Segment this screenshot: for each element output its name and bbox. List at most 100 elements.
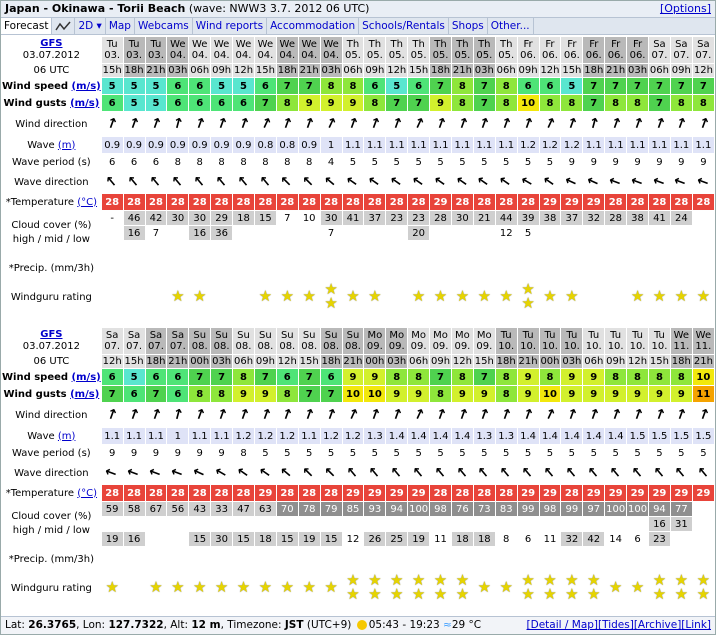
- lon-label: , Lon:: [76, 619, 106, 631]
- wind-gust-cell: 9: [451, 386, 473, 402]
- cloud-high-row: Cloud cover (%) high / mid / low 59 58 67 56 4…: [2, 502, 714, 546]
- wave-direction-cell: ↑: [386, 462, 407, 484]
- options-link[interactable]: [Options]: [660, 2, 711, 15]
- wave-direction-cell: ↑: [649, 171, 670, 193]
- precip-cell: [583, 256, 604, 280]
- unit-link[interactable]: (m/s): [70, 98, 99, 109]
- day-cell: Fr 06.: [583, 37, 605, 63]
- unit-link[interactable]: (m/s): [72, 372, 101, 383]
- wind-speed-cell: 7: [473, 78, 495, 94]
- wind-speed-cell: 9: [517, 369, 539, 385]
- wave-direction-cell: ↑: [561, 462, 582, 484]
- wave-direction-cell: ↑: [693, 462, 714, 484]
- cloud-high-cell: 99: [561, 502, 583, 516]
- unit-link[interactable]: (m): [58, 431, 76, 442]
- wave-cell: 1.1: [451, 137, 473, 153]
- rating-cell: [124, 572, 145, 604]
- wave-arrow-icon: ↑: [299, 172, 319, 192]
- row-label-text: Windguru rating: [10, 582, 92, 594]
- tab-graph[interactable]: [52, 18, 76, 34]
- wave-arrow-icon: ↑: [474, 463, 494, 483]
- cloud-low-cell: [627, 241, 648, 255]
- temperature-cell: 29: [648, 485, 670, 501]
- wave-cell: 1.1: [342, 137, 364, 153]
- wave-cell: 1.2: [342, 428, 364, 444]
- footer-link-archive[interactable]: [Archive]: [634, 619, 681, 631]
- footer-link-tides[interactable]: [Tides]: [598, 619, 634, 631]
- wave-period-cell: 9: [678, 156, 685, 168]
- wind-speed-cell: 7: [648, 78, 670, 94]
- tab-wind-reports[interactable]: Wind reports: [193, 18, 268, 34]
- cloud-low-cell: 18: [451, 532, 473, 546]
- wind-direction-cell: ↑: [518, 403, 539, 427]
- cloud-mid-cell: [364, 517, 385, 531]
- tab-2d[interactable]: 2D ▾: [75, 18, 106, 34]
- unit-link[interactable]: (m): [58, 140, 76, 151]
- tab-shops[interactable]: Shops: [449, 18, 488, 34]
- tab-forecast[interactable]: Forecast: [1, 18, 53, 34]
- wind-gust-cell: 9: [386, 386, 408, 402]
- wind-speed-cell: 7: [430, 78, 451, 94]
- cloud-mid-cell: [211, 517, 232, 531]
- day-cell: Sa 07.: [145, 328, 167, 354]
- rating-cell: [124, 281, 145, 313]
- wave-cell: 1.1: [386, 137, 408, 153]
- rating-cell: ★ ★: [583, 572, 604, 604]
- hour-cell: 09h: [211, 64, 233, 77]
- hour-cell: 12h: [692, 64, 714, 77]
- wind-direction-cell: ↑: [255, 112, 276, 136]
- wave-period-cell: 5: [371, 156, 379, 168]
- wind-gust-cell: 8: [627, 95, 648, 111]
- precip-cell: [386, 547, 407, 571]
- footer-link-detail-map[interactable]: [Detail / Map]: [527, 619, 599, 631]
- hour-cell: 18h: [430, 64, 451, 77]
- tab-map[interactable]: Map: [106, 18, 135, 34]
- rating-cell: ★: [189, 572, 210, 604]
- day-cell: Tu 10.: [561, 328, 583, 354]
- row-label-text: Wind speed: [2, 80, 69, 92]
- temperature-cell: 28: [123, 194, 145, 210]
- model-link[interactable]: GFS: [40, 329, 62, 340]
- unit-link[interactable]: (m/s): [70, 389, 99, 400]
- star-icon: ★: [149, 578, 163, 596]
- cloud-low-cell: 11: [434, 533, 447, 545]
- wind-speed-cell: 8: [342, 78, 364, 94]
- sun-times: 05:43 - 19:23: [368, 619, 440, 631]
- cloud-low-cell: [561, 241, 582, 255]
- unit-link[interactable]: (°C): [77, 488, 97, 499]
- rating-cell: ★: [496, 572, 517, 604]
- unit-link[interactable]: (°C): [77, 197, 97, 208]
- wind-direction-cell: ↑: [561, 112, 582, 136]
- footer-bar: Lat: 26.3765, Lon: 127.7322, Alt: 12 m, …: [1, 616, 715, 634]
- wind-arrow-icon: ↑: [409, 405, 428, 425]
- cloud-high-cell: 39: [517, 211, 539, 225]
- precip-cell: [364, 547, 385, 571]
- rating-cell: ★: [364, 281, 385, 313]
- tab-accommodation[interactable]: Accommodation: [267, 18, 360, 34]
- precip-cell: [124, 547, 145, 571]
- wave-direction-row: Wave direction ↑ ↑ ↑ ↑ ↑ ↑ ↑ ↑ ↑ ↑ ↑ ↑ ↑ ↑ ↑ ↑ ↑ ↑ ↑ ↑ ↑ ↑ ↑ ↑ ↑ ↑…: [2, 171, 714, 193]
- wind-speed-cell: 8: [408, 369, 430, 385]
- tab-schools-rentals[interactable]: Schools/Rentals: [359, 18, 449, 34]
- cloud-high-cell: 100: [627, 502, 648, 516]
- wind-speed-cell: 6: [101, 369, 123, 385]
- tab-webcams[interactable]: Webcams: [135, 18, 193, 34]
- temperature-cell: 28: [408, 194, 430, 210]
- sun-icon: [356, 620, 367, 630]
- cloud-low-cell: 25: [386, 532, 408, 546]
- footer-link-link[interactable]: [Link]: [681, 619, 711, 631]
- wind-speed-cell: 6: [539, 78, 561, 94]
- wave-period-cell: 8: [240, 156, 247, 168]
- precip-cell: [561, 547, 582, 571]
- tab-other[interactable]: Other...: [488, 18, 534, 34]
- rating-cell: ★: [496, 281, 517, 313]
- footer-links: [Detail / Map][Tides][Archive][Link]: [527, 617, 711, 634]
- model-link[interactable]: GFS: [40, 38, 62, 49]
- cloud-low-cell: 15: [276, 532, 298, 546]
- wind-arrow-icon: ↑: [432, 114, 449, 134]
- forecast-table-1: GFS 03.07.2012 Tu 03. Tu 03. Tu 03. We 04. We 04. We…: [1, 36, 715, 314]
- day-cell: Su 08.: [189, 328, 211, 354]
- unit-link[interactable]: (m/s): [72, 81, 101, 92]
- precip-cell: [211, 547, 232, 571]
- cloud-mid-cell: [430, 226, 451, 240]
